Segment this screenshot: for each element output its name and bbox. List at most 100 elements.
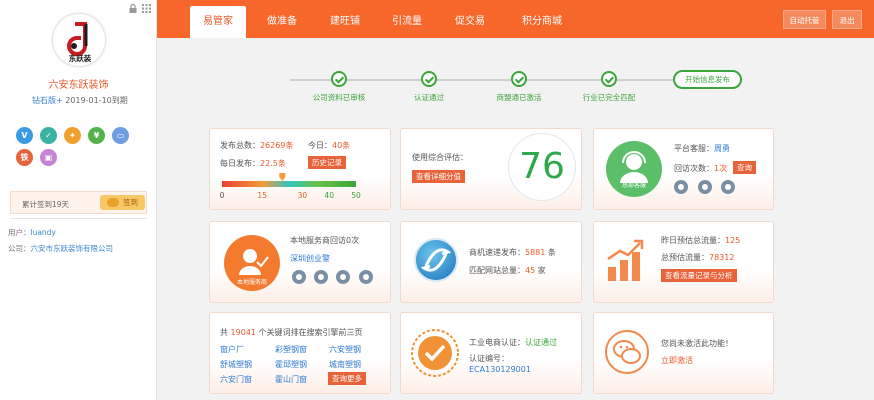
qq-icon[interactable] (314, 270, 328, 284)
iron-icon[interactable]: 铁 (16, 149, 33, 166)
divider (10, 218, 147, 219)
publish-daily-value: 22.5条 (260, 159, 286, 168)
v-verified-icon[interactable]: V (16, 127, 33, 144)
coin-icon (107, 198, 119, 207)
lock-icon[interactable] (129, 4, 137, 13)
image-icon[interactable]: ▣ (40, 149, 57, 166)
traffic-card: 昨日预估总流量：125 总预估流量：78312 查看流量记录与分析 (593, 221, 774, 303)
shop-logo-text: 东跃装 (68, 54, 92, 63)
company-label: 公司： (8, 244, 31, 253)
membership-line: 钻石版+ 2019-01-10到期 (32, 95, 128, 106)
view-traffic-button[interactable]: 查看流量记录与分析 (661, 269, 737, 282)
company-info: 公司：六安市东跃装饰有限公司 (8, 243, 113, 254)
speed-delivery-icon (414, 238, 458, 282)
step-label: 行业已完全匹配 (582, 93, 636, 102)
user-label: 用户： (8, 228, 31, 237)
yuan-icon[interactable]: ¥ (88, 127, 105, 144)
history-button[interactable]: 历史记录 (308, 156, 346, 169)
qq-icon[interactable] (698, 180, 712, 194)
start-publish-button[interactable]: 开始信息发布 (673, 70, 742, 89)
chat-icon[interactable] (721, 180, 735, 194)
query-button[interactable]: 查询 (733, 161, 756, 174)
keyword-link[interactable]: 六安门窗 (220, 374, 252, 385)
shop-name: 六安东跃装饰 (48, 80, 109, 91)
publish-total-value: 26269条 (260, 141, 294, 150)
gauge-tick-label: 30 (298, 191, 308, 200)
top-nav: 易管家 做准备 建旺铺 引流量 促交易 积分商城 自动托管 退出 (157, 0, 874, 38)
platform-service-label: 平台客服： (674, 144, 714, 153)
card-icon[interactable]: ▭ (112, 127, 129, 144)
total-traffic-label: 总预估流量： (661, 253, 709, 262)
keywords-card: 共 19041 个关键词排在搜索引擎前三页 窗户厂 彩塑钢窗 六安塑钢 舒城塑钢… (209, 312, 391, 394)
keyword-summary-post: 个关键词排在搜索引擎前三页 (258, 328, 363, 337)
tab-zuozhunbei[interactable]: 做准备 (254, 0, 310, 38)
keyword-link[interactable]: 彩塑钢窗 (275, 344, 307, 355)
keyword-link[interactable]: 霍邱塑钢 (275, 359, 307, 370)
speed-publish: 商机速递发布：5881 条 (469, 247, 556, 258)
match-sites-unit: 家 (537, 266, 546, 275)
score-label: 使用综合评估： (412, 153, 468, 162)
keyword-link[interactable]: 六安塑钢 (329, 344, 361, 355)
visit-count-label: 回访次数： (674, 164, 714, 173)
match-sites-label: 匹配网站总量： (469, 266, 525, 275)
logout-button[interactable]: 退出 (832, 10, 862, 29)
keyword-link[interactable]: 窗户厂 (220, 344, 244, 355)
sign-in-box: 累计签到19天 签到 (10, 191, 147, 214)
tab-yinliuliang[interactable]: 引流量 (379, 0, 435, 38)
auto-host-button[interactable]: 自动托管 (783, 10, 826, 29)
gauge-ticks: 0 15 30 40 50 (220, 191, 361, 200)
gauge-tick-label: 40 (324, 191, 334, 200)
step-label: 公司资料已审核 (312, 93, 366, 102)
shield-icon[interactable]: ✓ (40, 127, 57, 144)
grid-icon[interactable] (142, 4, 151, 13)
gauge-tick-label: 50 (351, 191, 361, 200)
view-score-details-button[interactable]: 查看详细分值 (412, 170, 465, 183)
platform-service-value[interactable]: 周勇 (714, 144, 730, 153)
phone-icon[interactable] (292, 270, 306, 284)
gauge-marker-icon (279, 173, 286, 181)
more-keywords-button[interactable]: 查询更多 (328, 372, 366, 385)
user-value[interactable]: luandy (31, 228, 56, 237)
keyword-link[interactable]: 城南塑钢 (329, 359, 361, 370)
wechat-status: 您尚未激活此功能！ (661, 339, 733, 348)
publish-daily-label: 每日发布： (220, 159, 260, 168)
medal-icon[interactable]: ✦ (64, 127, 81, 144)
publish-today: 今日：40条 (308, 140, 350, 151)
platform-service: 平台客服：周勇 (674, 143, 730, 154)
yesterday-traffic: 昨日预估总流量：125 (661, 235, 740, 246)
tab-cujiaoyi[interactable]: 促交易 (442, 0, 498, 38)
certification-card: 工业电商认证：认证通过 认证编号： ECA130129001 (400, 312, 582, 394)
service-card: 总部客服 平台客服：周勇 回访次数：1次 查询 (593, 128, 774, 210)
keyword-link[interactable]: 霍山门窗 (275, 374, 307, 385)
visit-count: 回访次数：1次 (674, 163, 727, 174)
home-icon[interactable] (336, 270, 350, 284)
service-avatar-text: 总部客服 (621, 182, 646, 189)
membership-level[interactable]: 钻石版+ (32, 96, 63, 105)
total-traffic: 总预估流量：78312 (661, 252, 734, 263)
sign-in-button[interactable]: 签到 (100, 195, 145, 210)
tab-yiguanjia[interactable]: 易管家 (190, 6, 246, 38)
clock-icon[interactable] (359, 270, 373, 284)
publish-today-label: 今日： (308, 141, 332, 150)
keyword-summary-pre: 共 (220, 328, 228, 337)
shop-logo[interactable]: 东跃装 (52, 13, 106, 67)
sign-in-button-label: 签到 (123, 198, 138, 207)
tab-jianwangpu[interactable]: 建旺铺 (317, 0, 373, 38)
phone-icon[interactable] (674, 180, 688, 194)
local-service-name[interactable]: 深圳创业警 (290, 253, 330, 264)
keyword-link[interactable]: 舒城塑钢 (220, 359, 252, 370)
publish-total-label: 发布总数： (220, 141, 260, 150)
speed-publish-unit: 条 (547, 248, 556, 257)
score-value: 76 (519, 146, 565, 187)
local-visit-count: 本地服务商回访0次 (290, 236, 360, 245)
total-traffic-value: 78312 (709, 253, 735, 262)
wechat-card: 您尚未激活此功能！ 立即激活 (593, 312, 774, 394)
speed-publish-label: 商机速递发布： (469, 248, 525, 257)
yesterday-traffic-label: 昨日预估总流量： (661, 236, 725, 245)
tab-jifenshangcheng[interactable]: 积分商城 (509, 0, 575, 38)
company-value[interactable]: 六安市东跃装饰有限公司 (31, 244, 114, 253)
step-check-icon (331, 71, 347, 87)
step-check-icon (511, 71, 527, 87)
step-check-icon (421, 71, 437, 87)
activate-link[interactable]: 立即激活 (661, 355, 693, 366)
